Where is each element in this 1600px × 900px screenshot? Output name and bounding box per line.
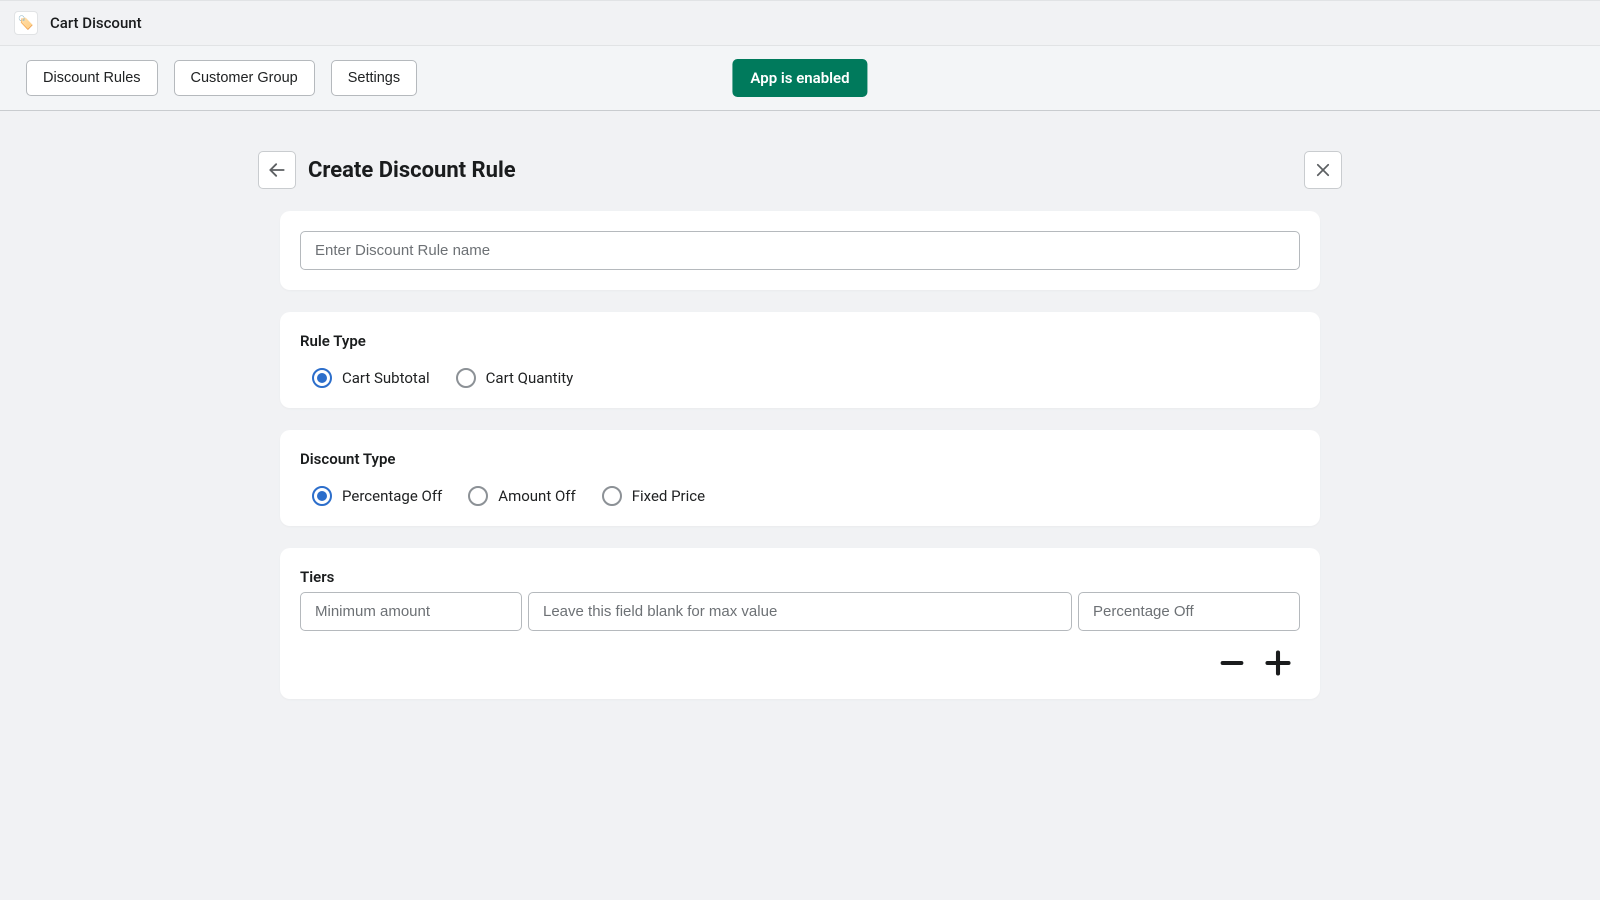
discount-type-label: Discount Type — [300, 450, 1300, 468]
radio-icon — [312, 486, 332, 506]
tab-customer-group[interactable]: Customer Group — [174, 60, 315, 96]
rule-type-label: Rule Type — [300, 332, 1300, 350]
nav-bar: Discount Rules Customer Group Settings A… — [0, 46, 1600, 111]
add-tier-button[interactable] — [1262, 647, 1294, 679]
radio-icon — [312, 368, 332, 388]
radio-fixed-price[interactable]: Fixed Price — [602, 486, 705, 506]
app-header: 🏷️ Cart Discount — [0, 1, 1600, 46]
radio-label: Fixed Price — [632, 487, 705, 505]
radio-label: Cart Subtotal — [342, 369, 430, 387]
radio-icon — [468, 486, 488, 506]
rule-name-input[interactable] — [300, 231, 1300, 270]
tab-settings[interactable]: Settings — [331, 60, 417, 96]
tab-discount-rules[interactable]: Discount Rules — [26, 60, 158, 96]
radio-amount-off[interactable]: Amount Off — [468, 486, 575, 506]
tier-min-input[interactable] — [300, 592, 522, 631]
page-header: Create Discount Rule — [280, 151, 1320, 211]
minus-icon — [1218, 649, 1246, 677]
radio-label: Amount Off — [498, 487, 575, 505]
rule-type-card: Rule Type Cart Subtotal Cart Quantity — [280, 312, 1320, 408]
arrow-left-icon — [267, 160, 287, 180]
close-icon — [1314, 161, 1332, 179]
radio-cart-subtotal[interactable]: Cart Subtotal — [312, 368, 430, 388]
radio-icon — [602, 486, 622, 506]
radio-percentage-off[interactable]: Percentage Off — [312, 486, 442, 506]
back-button[interactable] — [258, 151, 296, 189]
tier-pct-input[interactable] — [1078, 592, 1300, 631]
close-button[interactable] — [1304, 151, 1342, 189]
page-title: Create Discount Rule — [308, 158, 516, 183]
radio-label: Cart Quantity — [486, 369, 574, 387]
app-icon: 🏷️ — [14, 11, 38, 35]
name-card — [280, 211, 1320, 290]
app-status-badge: App is enabled — [732, 59, 867, 97]
discount-type-card: Discount Type Percentage Off Amount Off … — [280, 430, 1320, 526]
remove-tier-button[interactable] — [1216, 647, 1248, 679]
app-title: Cart Discount — [50, 14, 142, 32]
radio-cart-quantity[interactable]: Cart Quantity — [456, 368, 574, 388]
plus-icon — [1264, 649, 1292, 677]
tiers-card: Tiers — [280, 548, 1320, 699]
radio-label: Percentage Off — [342, 487, 442, 505]
radio-icon — [456, 368, 476, 388]
tier-max-input[interactable] — [528, 592, 1072, 631]
tiers-label: Tiers — [300, 568, 1300, 586]
